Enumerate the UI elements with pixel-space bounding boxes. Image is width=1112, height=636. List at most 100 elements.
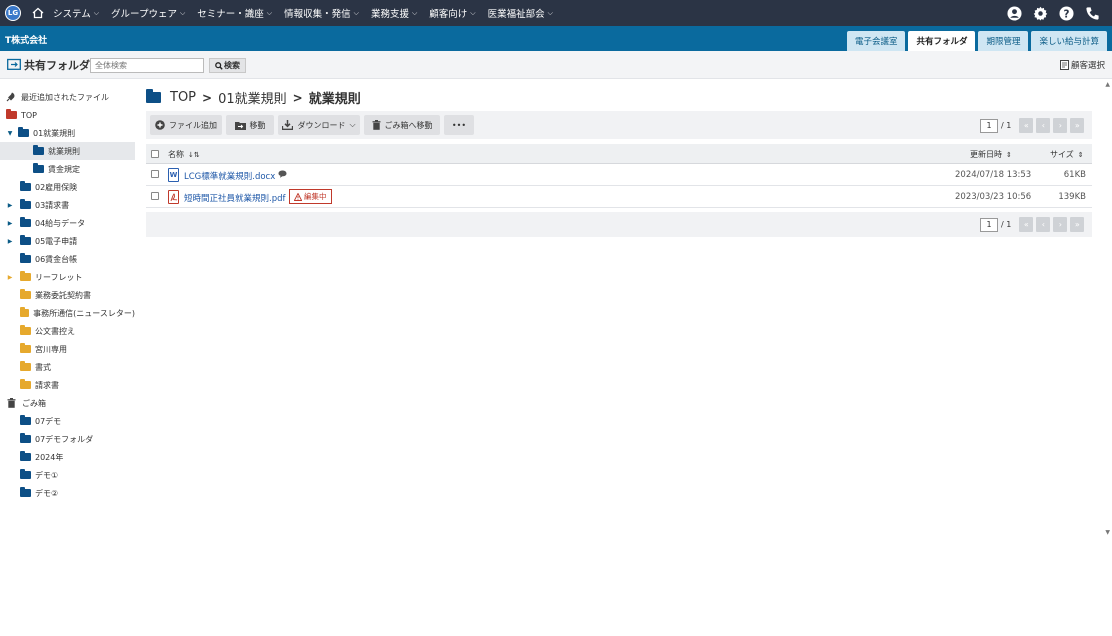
tree-item-newsletter[interactable]: 事務所通信(ニュースレター) [0,304,135,322]
home-icon[interactable] [31,6,45,20]
tree-item-01[interactable]: ▼ 01就業規則 [0,124,135,142]
tree-item-trash[interactable]: ごみ箱 [0,394,135,412]
file-table: 名称 ↓⇅ 更新日時 ⇕ サイズ ⇕ W LCG標準就業規則.docx 2024/07… [146,144,1092,208]
file-name-link[interactable]: LCG標準就業規則.docx [184,170,275,182]
caret-right-icon[interactable]: ▶ [6,202,14,209]
company-name: T株式会社 [5,36,48,46]
breadcrumb-level1[interactable]: 01就業規則 [218,88,287,107]
tab-payroll[interactable]: 楽しい給与計算 [1031,31,1107,51]
name-column-header[interactable]: 名称 ↓⇅ [168,149,200,160]
tree-item-07demo[interactable]: 07デモ [0,412,135,430]
search-button[interactable]: 検索 [209,58,246,73]
add-file-button[interactable]: ファイル追加 [150,115,222,135]
folder-icon [146,89,161,103]
user-icon[interactable] [1006,5,1022,21]
last-page-button[interactable]: » [1070,217,1085,232]
nav-seminar[interactable]: セミナー・識座 ⌵ [197,6,272,21]
move-to-trash-button[interactable]: ごみ箱へ移動 [364,115,440,135]
tree-item-05[interactable]: ▶ 05電子申請 [0,232,135,250]
scroll-up-arrow[interactable]: ▲ [1105,81,1110,88]
breadcrumb-top[interactable]: TOP [170,90,196,105]
page-title: 共有フォルダ [24,59,90,72]
scroll-down-arrow[interactable]: ▼ [1105,529,1110,536]
table-row[interactable]: 短時間正社員就業規則.pdf 編集中 2023/03/23 10:56 139K… [146,186,1092,208]
tab-deadline[interactable]: 期限管理 [978,31,1029,51]
nav-system[interactable]: システム ⌵ [53,6,99,21]
page-total: / 1 [1001,220,1012,229]
folder-icon [20,253,31,263]
folder-icon [20,307,30,317]
search-input[interactable] [90,58,204,73]
next-page-button[interactable]: › [1053,217,1068,232]
row-checkbox[interactable] [151,192,159,200]
tree-item-top[interactable]: TOP [0,106,135,124]
tree-item-07demo-folder[interactable]: 07デモフォルダ [0,430,135,448]
caret-right-icon[interactable]: ▶ [6,220,14,227]
tree-item-official[interactable]: 公文書控え [0,322,135,340]
tree-item-contract[interactable]: 業務委託契約書 [0,286,135,304]
row-checkbox[interactable] [151,170,159,178]
caret-down-icon[interactable]: ▼ [6,130,14,137]
folder-icon [20,451,31,461]
select-all-checkbox[interactable] [151,150,159,158]
page-number-input[interactable]: 1 [980,217,998,232]
move-button[interactable]: 移動 [226,115,274,135]
tree-item-demo2[interactable]: デモ② [0,484,135,502]
tree-item-chingin[interactable]: 賃金規定 [0,160,135,178]
size-column-header[interactable]: サイズ ⇕ [1050,149,1084,160]
tree-item-leaflet[interactable]: ▶ リーフレット [0,268,135,286]
last-page-button[interactable]: » [1070,118,1085,133]
file-name-link[interactable]: 短時間正社員就業規則.pdf [184,192,286,204]
chevron-down-icon: ⌵ [470,8,476,17]
bottom-bar: 1 / 1 « ‹ › » [146,212,1092,237]
first-page-button[interactable]: « [1019,217,1034,232]
tree-recent-files[interactable]: 最近追加されたファイル [0,88,135,106]
file-toolbar: ファイル追加 移動 ダウンロード ⌵ ごみ箱へ移動 ••• 1 / 1 « ‹ … [146,111,1092,139]
first-page-button[interactable]: « [1019,118,1034,133]
next-page-button[interactable]: › [1053,118,1068,133]
tree-item-demo1[interactable]: デモ① [0,466,135,484]
nav-groupware[interactable]: グループウェア ⌵ [111,6,185,21]
plus-circle-icon [155,120,165,130]
tree-item-miyagawa[interactable]: 宮川専用 [0,340,135,358]
tab-shared-folder[interactable]: 共有フォルダ [908,31,976,51]
sort-icon: ⇕ [1077,151,1084,159]
tree-item-02[interactable]: 02雇用保険 [0,178,135,196]
sort-icon: ↓⇅ [188,151,200,159]
tree-item-2024[interactable]: 2024年 [0,448,135,466]
table-row[interactable]: W LCG標準就業規則.docx 2024/07/18 13:53 61KB [146,164,1092,186]
prev-page-button[interactable]: ‹ [1036,217,1051,232]
rocket-icon [6,92,15,102]
tree-item-invoice[interactable]: 請求書 [0,376,135,394]
phone-icon[interactable] [1084,5,1100,21]
tree-item-06[interactable]: 06賃金台帳 [0,250,135,268]
download-button[interactable]: ダウンロード ⌵ [278,115,360,135]
file-size: 61KB [1063,170,1086,180]
folder-icon [6,109,17,119]
caret-right-icon[interactable]: ▶ [6,238,14,245]
comment-icon[interactable] [278,170,287,180]
gear-icon[interactable] [1032,5,1048,21]
client-select[interactable]: 顧客選択 [1059,59,1105,71]
company-bar: T株式会社 電子会議室 共有フォルダ 期限管理 楽しい給与計算 [0,26,1112,51]
tree-item-format[interactable]: 書式 [0,358,135,376]
folder-icon [33,145,44,155]
tree-item-04[interactable]: ▶ 04給与データ [0,214,135,232]
updated-column-header[interactable]: 更新日時 ⇕ [970,149,1012,160]
help-icon[interactable]: ? [1058,5,1074,21]
tree-item-03[interactable]: ▶ 03請求書 [0,196,135,214]
nav-business[interactable]: 業務支援 ⌵ [371,6,417,21]
page-number-input[interactable]: 1 [980,118,998,133]
document-icon [1059,60,1069,70]
tab-meeting-room[interactable]: 電子会議室 [846,31,906,51]
prev-page-button[interactable]: ‹ [1036,118,1051,133]
nav-info[interactable]: 情報収集・発信 ⌵ [284,6,359,21]
app-logo[interactable]: LG [5,5,21,21]
nav-customer[interactable]: 顧客向け ⌵ [429,6,476,21]
caret-right-icon[interactable]: ▶ [6,274,14,281]
tree-item-shugyo[interactable]: 就業規則 [0,142,135,160]
download-icon [282,120,294,130]
breadcrumb-current: 就業規則 [308,92,361,107]
more-button[interactable]: ••• [444,115,474,135]
nav-medical[interactable]: 医業福祉部会 ⌵ [488,6,553,21]
